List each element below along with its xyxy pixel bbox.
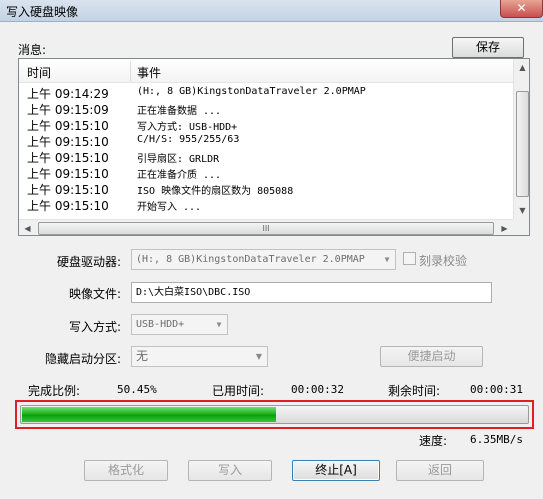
- progress-fill: [22, 407, 276, 422]
- scroll-left-icon[interactable]: ◀: [19, 220, 36, 235]
- speed-value: 6.35MB/s: [470, 433, 523, 446]
- stop-button[interactable]: 终止[A]: [292, 460, 380, 481]
- drive-label: 硬盘驱动器:: [57, 255, 122, 269]
- horizontal-scroll-thumb[interactable]: III: [38, 222, 494, 235]
- progress-value: 50.45%: [117, 383, 157, 396]
- window-title: 写入硬盘映像: [6, 5, 79, 19]
- chevron-down-icon: ▼: [384, 255, 390, 264]
- log-time: 上午 09:14:29: [27, 87, 109, 101]
- write-mode-select[interactable]: USB-HDD+ ▼: [131, 314, 228, 335]
- title-bar: 写入硬盘映像 ✕: [0, 0, 543, 22]
- vertical-scrollbar[interactable]: ▲ ▼: [513, 59, 529, 219]
- log-time: 上午 09:15:10: [27, 151, 109, 165]
- log-event: C/H/S: 955/255/63: [137, 134, 240, 145]
- log-row[interactable]: 上午 09:15:10 开始写入 ...: [19, 197, 513, 213]
- speed-label: 速度:: [419, 434, 448, 448]
- log-time: 上午 09:15:10: [27, 199, 109, 213]
- drive-select-value: (H:, 8 GB)KingstonDataTraveler 2.0PMAP: [136, 254, 365, 265]
- elapsed-label: 已用时间:: [212, 384, 265, 398]
- format-button[interactable]: 格式化: [84, 460, 168, 481]
- remaining-label: 剩余时间:: [388, 384, 441, 398]
- log-row[interactable]: 上午 09:15:09 正在准备数据 ...: [19, 101, 513, 117]
- column-header-event[interactable]: 事件: [137, 64, 161, 81]
- quick-boot-button[interactable]: 便捷启动: [380, 346, 483, 367]
- column-separator[interactable]: [130, 61, 131, 81]
- verify-label: 刻录校验: [419, 254, 468, 268]
- log-time: 上午 09:15:10: [27, 119, 109, 133]
- log-event: 正在准备数据 ...: [137, 106, 222, 117]
- log-row[interactable]: 上午 09:15:10 ISO 映像文件的扇区数为 805088: [19, 181, 513, 197]
- log-time: 上午 09:15:10: [27, 167, 109, 181]
- progress-bar: [20, 405, 529, 424]
- log-rows: 上午 09:14:29 (H:, 8 GB)KingstonDataTravele…: [19, 85, 513, 213]
- hidden-partition-select[interactable]: 无 ▼: [131, 346, 268, 367]
- remaining-value: 00:00:31: [470, 383, 523, 396]
- scroll-up-icon[interactable]: ▲: [514, 59, 529, 76]
- log-event: ISO 映像文件的扇区数为 805088: [137, 186, 294, 197]
- verify-checkbox[interactable]: [403, 252, 416, 265]
- log-row[interactable]: 上午 09:15:10 引导扇区: GRLDR: [19, 149, 513, 165]
- progress-label: 完成比例:: [28, 384, 81, 398]
- log-list[interactable]: 时间 事件 上午 09:14:29 (H:, 8 GB)KingstonDataT…: [18, 58, 530, 236]
- write-mode-select-value: USB-HDD+: [136, 319, 185, 330]
- scrollbar-corner: [513, 219, 529, 235]
- log-event: (H:, 8 GB)KingstonDataTraveler 2.0PMAP: [137, 86, 366, 97]
- column-header-time[interactable]: 时间: [27, 64, 51, 81]
- scroll-down-icon[interactable]: ▼: [514, 202, 529, 219]
- close-button[interactable]: ✕: [500, 0, 543, 18]
- write-mode-label: 写入方式:: [69, 320, 122, 334]
- hidden-partition-label: 隐藏启动分区:: [45, 352, 122, 366]
- log-header: 时间 事件: [19, 59, 513, 83]
- scroll-right-icon[interactable]: ▶: [496, 220, 513, 235]
- back-button[interactable]: 返回: [396, 460, 484, 481]
- log-time: 上午 09:15:10: [27, 183, 109, 197]
- log-event: 引导扇区: GRLDR: [137, 154, 220, 165]
- log-event: 开始写入 ...: [137, 202, 202, 213]
- write-button[interactable]: 写入: [188, 460, 272, 481]
- drive-select[interactable]: (H:, 8 GB)KingstonDataTraveler 2.0PMAP ▼: [131, 249, 396, 270]
- log-row[interactable]: 上午 09:14:29 (H:, 8 GB)KingstonDataTravele…: [19, 85, 513, 101]
- save-button[interactable]: 保存: [452, 37, 524, 58]
- chevron-down-icon: ▼: [255, 352, 263, 361]
- log-time: 上午 09:15:10: [27, 135, 109, 149]
- vertical-scroll-thumb[interactable]: [516, 91, 529, 197]
- hidden-partition-select-value: 无: [136, 349, 149, 363]
- image-file-field[interactable]: D:\大白菜ISO\DBC.ISO: [131, 282, 492, 303]
- message-label: 消息:: [18, 43, 47, 57]
- chevron-down-icon: ▼: [216, 320, 222, 329]
- horizontal-scrollbar[interactable]: ◀ III ▶: [19, 219, 513, 235]
- log-event: 正在准备介质 ...: [137, 170, 222, 181]
- log-time: 上午 09:15:09: [27, 103, 109, 117]
- log-event: 写入方式: USB-HDD+: [137, 122, 238, 133]
- image-file-label: 映像文件:: [69, 287, 122, 301]
- elapsed-value: 00:00:32: [291, 383, 344, 396]
- log-row[interactable]: 上午 09:15:10 写入方式: USB-HDD+: [19, 117, 513, 133]
- log-row[interactable]: 上午 09:15:10 C/H/S: 955/255/63: [19, 133, 513, 149]
- close-icon: ✕: [516, 1, 527, 15]
- log-row[interactable]: 上午 09:15:10 正在准备介质 ...: [19, 165, 513, 181]
